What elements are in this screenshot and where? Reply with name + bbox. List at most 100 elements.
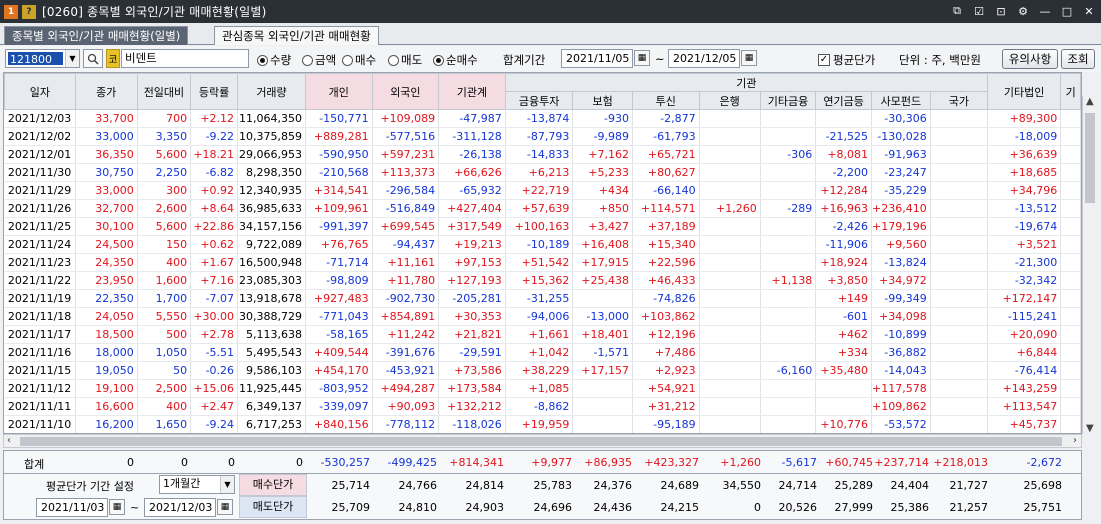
vertical-scroll-thumb[interactable] [1085,113,1095,203]
horizontal-scroll-thumb[interactable] [20,437,1062,446]
col-close[interactable]: 종가 [74,73,138,110]
table-row[interactable]: 2021/11/22 23,950 1,600 +7.16 23,085,303 -98,… [4,271,1081,290]
cell-fin: +1,042 [505,343,574,362]
col-other-corp[interactable]: 기타법인 [986,73,1062,110]
col-individual[interactable]: 개인 [304,73,373,110]
cell-volume: 9,586,103 [237,361,306,380]
col-insurance[interactable]: 보험 [572,91,633,110]
col-bank[interactable]: 은행 [698,91,761,110]
cell-fin: +100,163 [505,217,574,236]
cell-date: 2021/11/11 [4,397,76,416]
table-row[interactable]: 2021/11/23 24,350 400 +1.67 16,500,948 -71,71… [4,253,1081,272]
cell-frg: +11,161 [372,253,440,272]
cell-change: 150 [137,235,192,254]
scroll-up-icon[interactable]: ▲ [1086,96,1094,107]
table-row[interactable]: 2021/12/03 33,700 700 +2.12 11,064,350 -150,7… [4,109,1081,128]
col-inst-total[interactable]: 기관계 [438,73,506,110]
cell-change: 1,600 [137,271,192,290]
cell-pen: -601 [815,307,873,326]
tab-bar: 종목별 외국인/기관 매매현황(일별) 관심종목 외국인/기관 매매현황 [0,23,1101,45]
screenshot-icon[interactable]: ⊡ [993,3,1009,19]
table-row[interactable]: 2021/11/15 19,050 50 -0.26 9,586,103 +454,170… [4,361,1081,380]
radio-amount[interactable]: 금액 [302,52,336,68]
cell-ind: +840,156 [305,415,373,433]
table-row[interactable]: 2021/11/10 16,200 1,650 -9.24 6,717,253 +840,… [4,415,1081,433]
link-icon[interactable]: ⧉ [949,3,965,19]
minimize-icon[interactable]: — [1037,3,1053,19]
table-row[interactable]: 2021/11/24 24,500 150 +0.62 9,722,089 +76,765… [4,235,1081,254]
horizontal-scrollbar[interactable]: ‹ › [3,434,1082,448]
col-volume[interactable]: 거래량 [237,73,306,110]
cell-pen: +18,924 [815,253,873,272]
cell-close: 23,950 [75,271,138,290]
date-to-field[interactable]: 2021/12/05 [668,49,740,68]
col-change[interactable]: 전일대비 [136,73,192,110]
table-row[interactable]: 2021/11/26 32,700 2,600 +8.64 36,985,633 +109… [4,199,1081,218]
notes-button[interactable]: 유의사항 [1002,49,1058,69]
scroll-left-icon[interactable]: ‹ [7,435,11,446]
menu-icon[interactable]: 1 [4,4,18,19]
scroll-down-icon[interactable]: ▼ [1086,423,1094,434]
col-foreign[interactable]: 외국인 [371,73,440,110]
query-button[interactable]: 조회 [1061,49,1095,69]
col-trust[interactable]: 투신 [631,91,700,110]
settings-check-icon[interactable]: ☑ [971,3,987,19]
col-nation[interactable]: 국가 [929,91,989,110]
checkmark-icon: ✓ [818,54,830,66]
col-rate[interactable]: 등락률 [190,73,239,110]
col-date[interactable]: 일자 [4,73,76,110]
calendar-icon[interactable]: ▦ [217,499,233,515]
stock-code-input[interactable]: 121800 [8,52,63,66]
close-icon[interactable]: ✕ [1081,3,1097,19]
date-from-field[interactable]: 2021/11/05 [561,49,633,68]
cell-ins: +5,233 [572,163,633,182]
avg-period-label: 평균단가 기간 설정 [46,480,134,493]
table-row[interactable]: 2021/11/17 18,500 500 +2.78 5,113,638 -58,165… [4,325,1081,344]
cell-inst: -29,591 [438,343,506,362]
radio-sell[interactable]: 매도 [388,52,422,68]
chevron-down-icon[interactable]: ▼ [65,50,79,67]
col-pension[interactable]: 연기금등 [815,91,873,110]
table-row[interactable]: 2021/11/16 18,000 1,050 -5.51 5,495,543 +409,… [4,343,1081,362]
cell-inst: +317,549 [438,217,506,236]
cell-inst: -26,138 [438,145,506,164]
col-private-fund[interactable]: 사모펀드 [871,91,931,110]
calendar-icon[interactable]: ▦ [109,499,125,515]
vertical-scrollbar[interactable]: ▲ ▼ [1082,96,1096,434]
tab-watchlist[interactable]: 관심종목 외국인/기관 매매현황 [214,26,379,45]
table-row[interactable]: 2021/11/18 24,050 5,550 +30.00 30,388,729 -77… [4,307,1081,326]
col-more[interactable]: 기 [1060,73,1081,110]
cell-ins [572,397,633,416]
avg-price-checkbox[interactable]: ✓ 평균단가 [818,52,875,68]
avg-period-select[interactable]: 1개월간 ▼ [159,475,235,494]
table-row[interactable]: 2021/12/02 33,000 3,350 -9.22 10,375,859 +889… [4,127,1081,146]
table-row[interactable]: 2021/12/01 36,350 5,600 +18.21 29,066,953 -59… [4,145,1081,164]
search-button[interactable] [83,49,103,68]
table-row[interactable]: 2021/11/25 30,100 5,600 +22.86 34,157,156 -99… [4,217,1081,236]
col-other-finance[interactable]: 기타금융 [759,91,817,110]
help-icon[interactable]: ? [22,4,36,19]
calendar-icon[interactable]: ▦ [741,50,757,66]
gear-icon[interactable]: ⚙ [1015,3,1031,19]
avg-date-to[interactable]: 2021/12/03 [144,498,216,517]
radio-quantity[interactable]: 수량 [257,52,291,68]
cell-pf: -99,349 [871,289,931,308]
cell-frg: +494,287 [372,379,440,398]
table-row[interactable]: 2021/11/19 22,350 1,700 -7.07 13,918,678 +927… [4,289,1081,308]
chevron-down-icon[interactable]: ▼ [220,476,234,493]
table-row[interactable]: 2021/11/29 33,000 300 +0.92 12,340,935 +314,5… [4,181,1081,200]
radio-net-buy[interactable]: 순매수 [433,52,478,68]
calendar-icon[interactable]: ▦ [634,50,650,66]
tab-daily-by-stock[interactable]: 종목별 외국인/기관 매매현황(일별) [4,26,189,45]
col-finance[interactable]: 금융투자 [504,91,574,110]
cell-close: 33,000 [75,181,138,200]
avg-date-from[interactable]: 2021/11/03 [36,498,108,517]
stock-code-combo[interactable]: 121800 ▼ [5,49,80,68]
table-row[interactable]: 2021/11/12 19,100 2,500 +15.06 11,925,445 -80… [4,379,1081,398]
maximize-icon[interactable]: □ [1059,3,1075,19]
cell-ins: +850 [572,199,633,218]
scroll-right-icon[interactable]: › [1073,435,1077,446]
table-row[interactable]: 2021/11/11 16,600 400 +2.47 6,349,137 -339,09… [4,397,1081,416]
table-row[interactable]: 2021/11/30 30,750 2,250 -6.82 8,298,350 -210,… [4,163,1081,182]
radio-buy[interactable]: 매수 [342,52,376,68]
